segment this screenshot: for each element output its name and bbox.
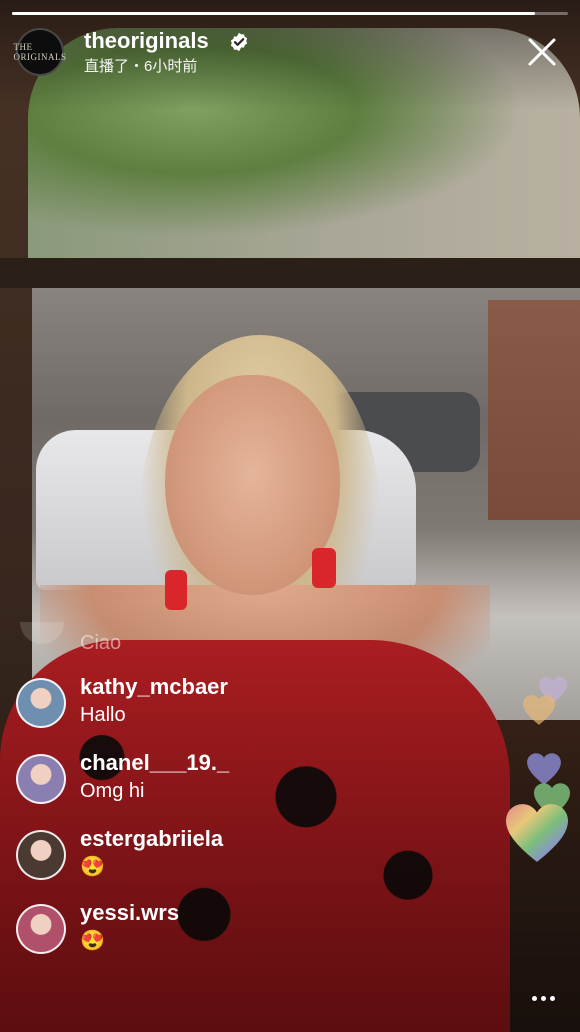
comment-text: Ciao xyxy=(80,632,122,654)
avatar-logo-text: THE ORIGINALS xyxy=(13,42,67,62)
heart-icon xyxy=(506,804,568,862)
commenter-username[interactable]: kathy_mcbaer xyxy=(80,674,228,700)
broadcast-header: THE ORIGINALS theoriginals 直播了・6小时前 xyxy=(13,28,564,80)
comment-text: Hallo xyxy=(80,704,126,726)
comment-item: yessi.wrs 😍 xyxy=(16,896,436,966)
replay-progress-bar[interactable] xyxy=(12,12,568,15)
broadcast-time-subtitle: 直播了・6小时前 xyxy=(84,58,198,75)
comment-text: Omg hi xyxy=(80,780,145,802)
close-icon[interactable] xyxy=(524,34,560,70)
comment-text: 😍 xyxy=(80,930,105,952)
verified-badge-icon xyxy=(230,32,248,52)
commenter-avatar[interactable] xyxy=(16,830,66,880)
commenter-avatar[interactable] xyxy=(16,754,66,804)
comment-fading: Ciao xyxy=(16,622,416,672)
account-username[interactable]: theoriginals xyxy=(84,28,209,54)
comment-item: kathy_mcbaer Hallo xyxy=(16,670,436,740)
earring-right xyxy=(312,548,336,588)
avatar xyxy=(20,622,64,644)
commenter-username[interactable]: yessi.wrs xyxy=(80,900,179,926)
account-avatar[interactable]: THE ORIGINALS xyxy=(13,28,67,76)
commenter-username[interactable]: chanel___19._ xyxy=(80,750,229,776)
commenter-username[interactable]: estergabriiela xyxy=(80,826,223,852)
live-video-stage: THE ORIGINALS theoriginals 直播了・6小时前 Ciao… xyxy=(0,0,580,1032)
commenter-avatar[interactable] xyxy=(16,904,66,954)
heart-icon xyxy=(523,695,555,725)
replay-progress-fill xyxy=(12,12,535,15)
window-crossbar xyxy=(0,258,580,288)
heart-icon xyxy=(527,753,561,785)
comment-item: estergabriiela 😍 xyxy=(16,822,436,892)
brick-building xyxy=(488,300,580,520)
comment-item: chanel___19._ Omg hi xyxy=(16,746,436,816)
more-dots-icon[interactable] xyxy=(532,996,556,1002)
floating-reactions xyxy=(496,660,580,880)
commenter-avatar[interactable] xyxy=(16,678,66,728)
comment-text: 😍 xyxy=(80,856,105,878)
